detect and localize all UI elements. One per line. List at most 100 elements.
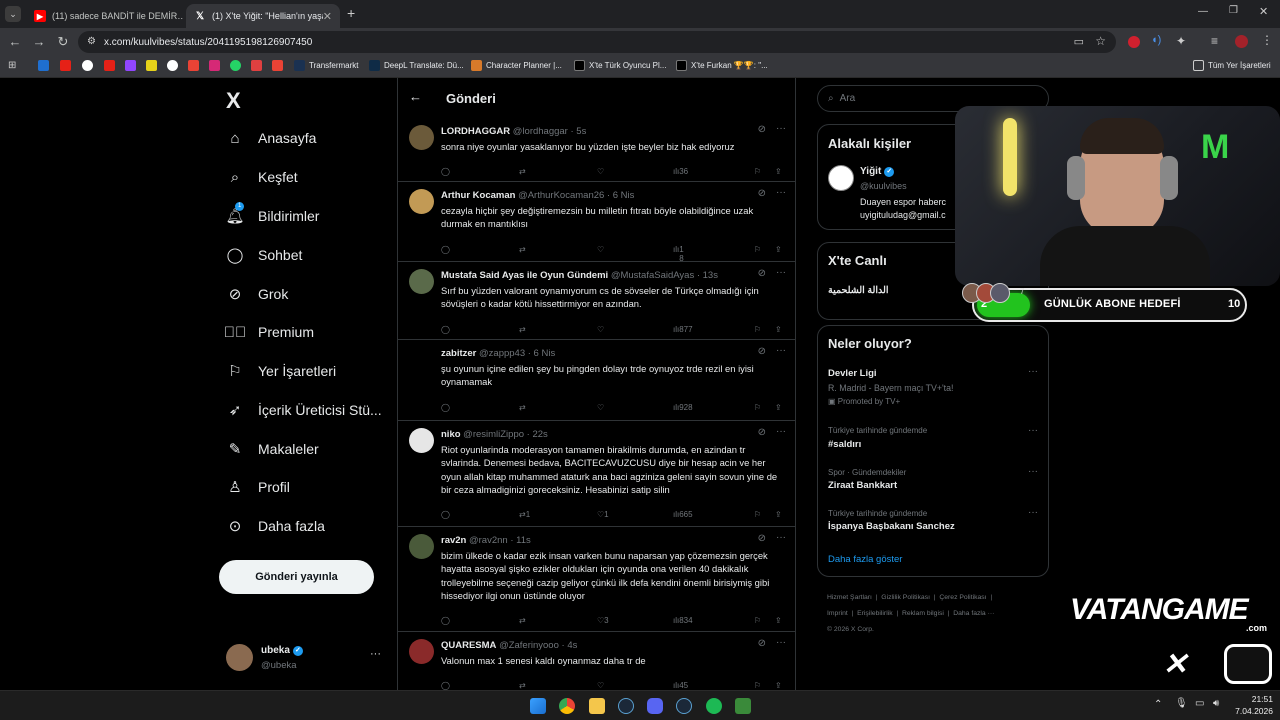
tweet-author[interactable]: zabitzer	[441, 348, 476, 359]
tweet-author[interactable]: QUARESMA	[441, 640, 496, 651]
grok-icon[interactable]: ⊘	[758, 533, 766, 544]
tweet[interactable]: niko @resimliZippo · 22s ⊘ ··· Riot oyun…	[398, 421, 796, 527]
more-icon[interactable]: ···	[776, 123, 786, 134]
sidebar-item-notifications[interactable]: 🔔︎ 1 Bildirimler	[225, 202, 319, 225]
more-icon[interactable]: ···	[776, 426, 786, 437]
tweet-author[interactable]: niko	[441, 429, 461, 440]
retweet-icon[interactable]: ⇄ 1	[519, 510, 530, 519]
more-icon[interactable]: ···	[776, 532, 786, 543]
footer-link[interactable]: Erişilebilirlik	[857, 610, 893, 617]
like-icon[interactable]: ♡	[597, 325, 604, 334]
retweet-icon[interactable]: ⇄	[519, 681, 526, 690]
extension-red-icon[interactable]	[1128, 36, 1140, 48]
footer-link[interactable]: Gizlilik Politikası	[881, 594, 930, 601]
cast-icon[interactable]: ▭	[1074, 35, 1084, 48]
views-icon[interactable]: ılı 45	[673, 681, 688, 690]
retweet-icon[interactable]: ⇄	[519, 403, 526, 412]
tweet-author[interactable]: LORDHAGGAR	[441, 126, 510, 137]
bookmark-icon[interactable]: ⚐	[754, 681, 761, 690]
bookmark-x-furkan[interactable]: X'te Furkan 🏆🏆: "...	[676, 60, 768, 71]
avatar[interactable]	[409, 347, 434, 372]
new-tab-button[interactable]: +	[347, 5, 355, 21]
folder-icon[interactable]	[589, 698, 605, 714]
bookmark-shortcut-icon[interactable]	[38, 60, 53, 71]
grok-icon[interactable]: ⊘	[758, 346, 766, 357]
all-bookmarks[interactable]: Tüm Yer İşaretleri	[1193, 60, 1271, 71]
bookmark-icon[interactable]: ⚐	[754, 245, 761, 254]
tweet[interactable]: zabitzer @zappp43 · 6 Nis ⊘ ··· şu oyunu…	[398, 340, 796, 421]
more-icon[interactable]: ···	[1028, 366, 1038, 377]
forward-button[interactable]: →	[31, 34, 47, 49]
apps-icon[interactable]: ⊞	[8, 60, 16, 71]
grok-icon[interactable]: ⊘	[758, 638, 766, 649]
share-icon[interactable]: ⇪	[775, 403, 782, 412]
grok-icon[interactable]: ⊘	[758, 188, 766, 199]
tweet-author[interactable]: Mustafa Said Ayas ile Oyun Gündemi	[441, 270, 608, 281]
app-icon[interactable]	[735, 698, 751, 714]
display-icon[interactable]: ▭	[1195, 698, 1204, 709]
views-icon[interactable]: ılı 928	[673, 403, 693, 412]
tweet[interactable]: LORDHAGGAR @lordhaggar · 5s ⊘ ··· sonra …	[398, 118, 796, 182]
twitch-bookmark-icon[interactable]	[125, 60, 140, 71]
minimize-button[interactable]: —	[1198, 6, 1208, 17]
spotify-icon[interactable]	[706, 698, 722, 714]
avatar[interactable]	[409, 428, 434, 453]
tab-x-post[interactable]: 𝕏 (1) X'te Yiğit: "Hellian'ın yaşadı… ✕	[186, 4, 340, 28]
reply-icon[interactable]: ◯	[441, 167, 450, 176]
volume-icon[interactable]: 🔊︎	[1213, 698, 1219, 709]
footer-link[interactable]: Daha fazla ···	[953, 610, 994, 617]
reply-icon[interactable]: ◯	[441, 616, 450, 625]
tweet[interactable]: QUARESMA @Zaferinyooo · 4s ⊘ ··· Valonun…	[398, 632, 796, 690]
related-name[interactable]: Yiğit	[860, 166, 881, 177]
reply-icon[interactable]: ◯	[441, 681, 450, 690]
account-more-icon[interactable]: ···	[370, 648, 381, 660]
back-button[interactable]: ←	[7, 34, 23, 49]
footer-link[interactable]: Çerez Politikası	[939, 594, 986, 601]
share-icon[interactable]: ⇪	[775, 325, 782, 334]
views-icon[interactable]: ılı 665	[673, 510, 693, 519]
sidebar-item-home[interactable]: ⌂ Anasayfa	[226, 129, 316, 147]
bookmark-deepl[interactable]: DeepL Translate: Dü...	[369, 60, 464, 71]
tweet[interactable]: Mustafa Said Ayas ile Oyun Gündemi @Must…	[398, 262, 796, 340]
grok-icon[interactable]: ⊘	[758, 268, 766, 279]
retweet-icon[interactable]: ⇄	[519, 245, 526, 254]
close-window-button[interactable]: ✕	[1259, 5, 1268, 18]
tweet[interactable]: Arthur Kocaman @ArthurKocaman26 · 6 Nis …	[398, 182, 796, 263]
google-bookmark-icon[interactable]	[82, 60, 97, 71]
bookmark-icon[interactable]: ⚐	[754, 510, 761, 519]
instagram-bookmark-icon[interactable]	[209, 60, 224, 71]
site-info-icon[interactable]: ⚙	[87, 36, 96, 47]
like-icon[interactable]: ♡	[597, 403, 604, 412]
bookmark-character-planner[interactable]: Character Planner |...	[471, 60, 562, 71]
reply-icon[interactable]: ◯	[441, 245, 450, 254]
x-logo[interactable]: X	[226, 88, 241, 114]
steam-icon[interactable]	[618, 698, 634, 714]
share-icon[interactable]: ⇪	[775, 681, 782, 690]
clock-time[interactable]: 21:51	[1243, 694, 1273, 704]
tab-youtube[interactable]: ▶ (11) sadece BANDİT ile DEMİR… ✕	[26, 4, 184, 28]
avatar[interactable]	[409, 189, 434, 214]
views-icon[interactable]: ılı 36	[673, 167, 688, 176]
whatsapp-bookmark-icon[interactable]	[230, 60, 245, 71]
bookmark-s-icon[interactable]	[146, 60, 161, 71]
share-icon[interactable]: ⇪	[775, 167, 782, 176]
share-icon[interactable]: ⇪	[775, 510, 782, 519]
trend-title[interactable]: Devler Ligi	[828, 368, 877, 379]
avatar[interactable]	[828, 165, 854, 191]
bookmark-red-icon[interactable]	[251, 60, 266, 71]
browser-menu-icon[interactable]: ⋮	[1261, 33, 1273, 47]
more-icon[interactable]: ···	[1028, 466, 1038, 477]
bookmark-icon[interactable]: ⚐	[754, 403, 761, 412]
chevron-up-icon[interactable]: ⌃	[1154, 699, 1162, 710]
sidebar-item-profile[interactable]: ♙ Profil	[226, 478, 290, 496]
steam-icon[interactable]	[676, 698, 692, 714]
gmail-bookmark-icon[interactable]	[188, 60, 203, 71]
avatar[interactable]	[409, 125, 434, 150]
grok-icon[interactable]: ⊘	[758, 124, 766, 135]
more-icon[interactable]: ···	[776, 345, 786, 356]
chrome-icon[interactable]	[559, 698, 575, 714]
live-item[interactable]: الدالة الشلحمية	[828, 285, 889, 296]
bookmark-transfermarkt[interactable]: Transfermarkt	[294, 60, 359, 71]
trend-title[interactable]: İspanya Başbakanı Sanchez	[828, 521, 955, 532]
avatar[interactable]	[409, 534, 434, 559]
